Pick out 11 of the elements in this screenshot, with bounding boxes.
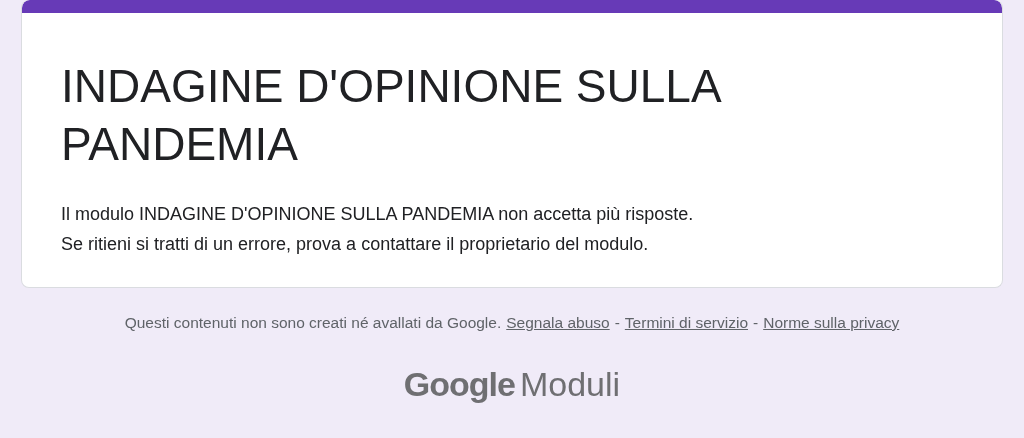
logo-brand: Google	[403, 365, 515, 404]
separator-text: -	[614, 314, 620, 332]
separator-text: -	[753, 314, 759, 332]
message-text: Il modulo INDAGINE D'OPINIONE SULLA PANDEMIA non accetta più risposte.	[61, 203, 695, 226]
logo-product: Moduli	[519, 365, 621, 404]
message-text: Se ritieni si tratti di un errore, prova a contattare il proprietario del modulo.	[61, 233, 650, 256]
footer-link[interactable]: Norme sulla privacy	[763, 314, 900, 332]
disclaimer-text: Questi contenuti non sono creati né avallati da Google.	[124, 314, 502, 332]
footer-link[interactable]: Termini di servizio	[624, 314, 748, 332]
form-title: INDAGINE D'OPINIONE SULLA PANDEMIA	[61, 59, 721, 172]
footer-link[interactable]: Segnala abuso	[506, 314, 610, 332]
